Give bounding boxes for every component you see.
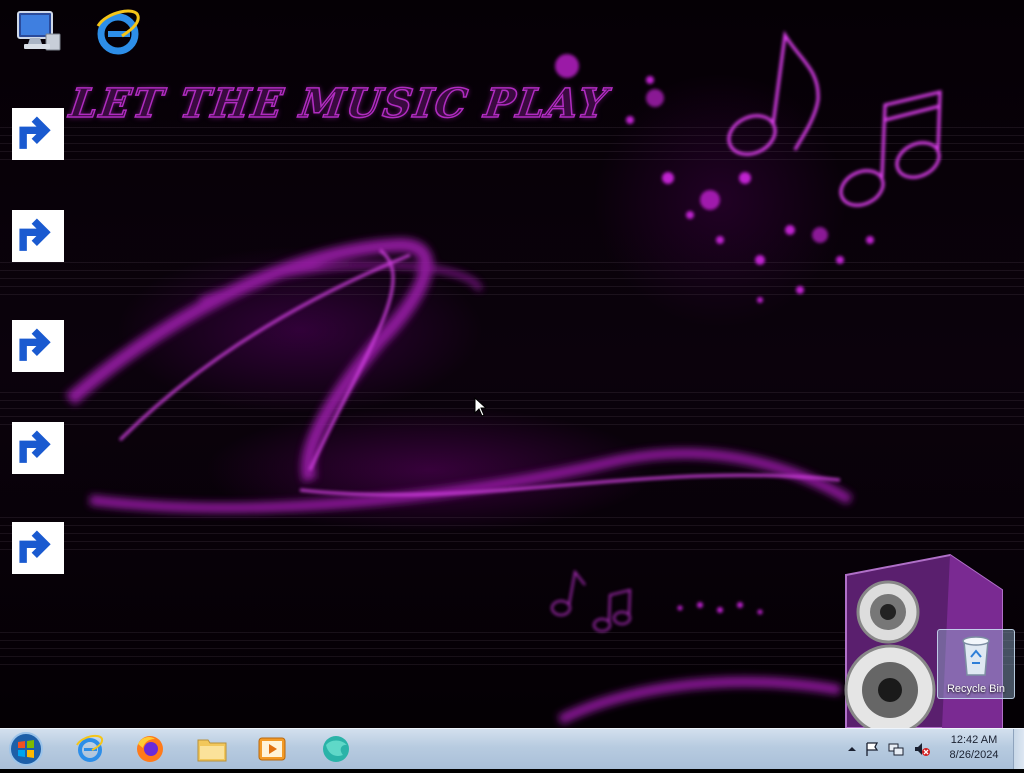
globe-browser-icon[interactable] (12, 210, 64, 262)
action-center-flag-icon[interactable] (864, 741, 880, 757)
clock[interactable]: 12:42 AM 8/26/2024 (942, 733, 1006, 763)
mouse-cursor-icon (474, 397, 486, 417)
taskbar-firefox[interactable] (122, 731, 178, 767)
taskbar-file-explorer[interactable] (184, 731, 240, 767)
recycle-bin[interactable]: Recycle Bin (937, 629, 1015, 699)
shortcut-arrow-icon (12, 522, 64, 574)
ring-app-icon[interactable] (12, 522, 64, 574)
firefox-icon (137, 736, 163, 762)
shortcut-arrow-icon (12, 422, 64, 474)
notepad-plus-plus-icon[interactable] (12, 422, 64, 474)
shortcut-arrow-icon (12, 320, 64, 372)
shortcut-arrow-icon (12, 108, 64, 160)
volume-muted-icon[interactable] (914, 741, 930, 757)
recycle-bin-label: Recycle Bin (946, 683, 1006, 695)
start-button[interactable] (6, 730, 46, 768)
internet-explorer-icon[interactable] (92, 6, 144, 58)
taskbar-media-player[interactable] (244, 731, 300, 767)
globe-browser-icon (323, 736, 349, 762)
clock-date: 8/26/2024 (949, 749, 999, 761)
shortcut-arrow-icon (12, 210, 64, 262)
computer-icon[interactable] (12, 6, 64, 58)
taskbar-internet-explorer[interactable] (62, 731, 118, 767)
firefox-icon[interactable] (12, 108, 64, 160)
internet-explorer-icon (76, 734, 104, 762)
show-desktop-button[interactable] (1013, 729, 1024, 769)
clock-time: 12:42 AM (950, 734, 998, 746)
windows-logo-icon (9, 732, 43, 766)
system-tray: 12:42 AM 8/26/2024 (842, 729, 1024, 769)
taskbar-globe-browser[interactable] (308, 731, 364, 767)
taskbar: 12:42 AM 8/26/2024 (0, 728, 1024, 769)
visual-studio-icon[interactable] (12, 320, 64, 372)
network-icon[interactable] (888, 741, 904, 757)
media-player-icon (258, 737, 286, 761)
recycle-bin-icon (962, 636, 990, 676)
wallpaper-title: LET THE MUSIC PLAY (66, 79, 613, 128)
show-hidden-icons-chevron-icon[interactable] (844, 741, 860, 757)
desktop[interactable]: LET THE MUSIC PLAY Recycle Bin (0, 0, 1024, 728)
folder-icon (197, 739, 227, 762)
